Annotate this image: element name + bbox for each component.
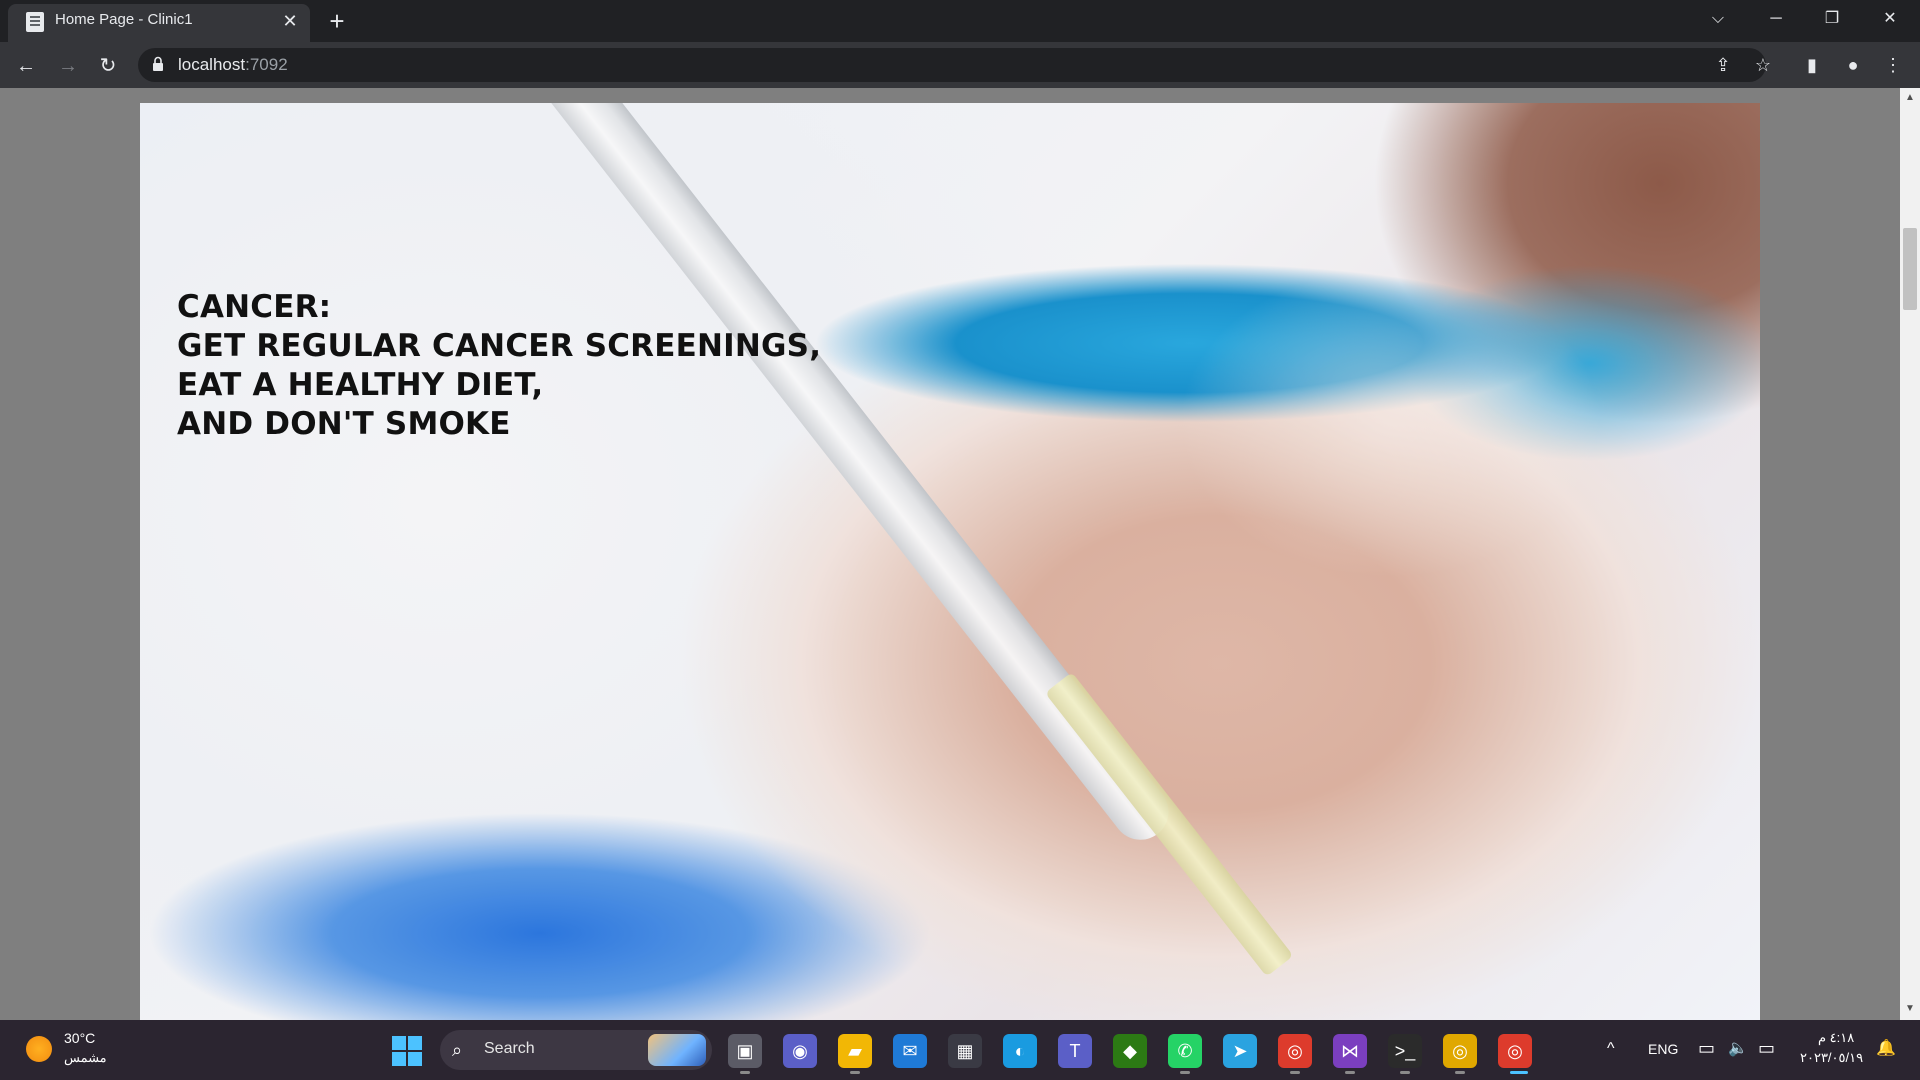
- running-indicator: [1345, 1071, 1355, 1074]
- hero-headline: CANCER: GET REGULAR CANCER SCREENINGS, E…: [177, 288, 821, 444]
- hero-image: [140, 103, 1760, 1020]
- windows-logo-tile: [408, 1036, 422, 1050]
- running-indicator: [1455, 1071, 1465, 1074]
- chrome-canary-icon[interactable]: ◎: [1443, 1034, 1477, 1068]
- start-button[interactable]: [392, 1036, 422, 1066]
- windows-logo-tile: [392, 1052, 406, 1066]
- search-label: Search: [484, 1040, 535, 1057]
- teams-icon[interactable]: T: [1058, 1034, 1092, 1068]
- url-host: localhost: [178, 55, 246, 74]
- notification-bell-icon[interactable]: 🔔: [1876, 1038, 1896, 1058]
- new-tab-button[interactable]: +: [322, 6, 352, 36]
- running-indicator: [1510, 1071, 1528, 1074]
- chrome-active-icon[interactable]: ◎: [1498, 1034, 1532, 1068]
- display-icon[interactable]: ▭: [1698, 1038, 1715, 1059]
- pipette-tip-shape: [1045, 672, 1294, 977]
- windows-logo-tile: [408, 1052, 422, 1066]
- running-indicator: [1180, 1071, 1190, 1074]
- running-indicator: [740, 1071, 750, 1074]
- terminal-glyph: >_: [1394, 1041, 1416, 1061]
- weather-temperature[interactable]: 30°C: [64, 1030, 95, 1046]
- mail-glyph: ✉: [902, 1041, 918, 1061]
- bookmark-star-icon[interactable]: ☆: [1748, 50, 1778, 80]
- nvidia-glyph: ◆: [1123, 1041, 1137, 1061]
- chrome-glyph: ◎: [1287, 1041, 1303, 1061]
- edge-icon[interactable]: ◐: [1003, 1034, 1037, 1068]
- task-view-icon[interactable]: ▣: [728, 1034, 762, 1068]
- chrome-icon[interactable]: ◎: [1278, 1034, 1312, 1068]
- whatsapp-icon[interactable]: ✆: [1168, 1034, 1202, 1068]
- telegram-glyph: ➤: [1232, 1041, 1248, 1061]
- store-icon[interactable]: ▦: [948, 1034, 982, 1068]
- clock-time[interactable]: ٤:١٨ م: [1818, 1030, 1854, 1046]
- url-text: localhost:7092: [178, 55, 288, 75]
- headline-line: CANCER:: [177, 289, 332, 325]
- reload-icon[interactable]: ↻: [92, 50, 124, 82]
- side-panel-icon[interactable]: ▮: [1797, 50, 1827, 80]
- share-icon[interactable]: ⇪: [1708, 50, 1738, 80]
- page-icon: [26, 12, 44, 32]
- running-indicator: [850, 1071, 860, 1074]
- scroll-down-icon[interactable]: ▼: [1904, 1003, 1916, 1015]
- restore-icon[interactable]: ❐: [1810, 4, 1854, 34]
- weather-condition[interactable]: مشمس: [64, 1050, 107, 1066]
- nvidia-icon[interactable]: ◆: [1113, 1034, 1147, 1068]
- edge-glyph: ◐: [1014, 1041, 1026, 1061]
- sun-icon[interactable]: [26, 1036, 52, 1062]
- url-port: :7092: [245, 55, 288, 74]
- back-icon[interactable]: ←: [10, 50, 42, 82]
- search-icon: ⌕: [452, 1040, 463, 1060]
- battery-icon[interactable]: ▭: [1758, 1038, 1775, 1059]
- profile-icon[interactable]: ●: [1838, 50, 1868, 80]
- scroll-up-icon[interactable]: ▲: [1904, 92, 1916, 104]
- meet-icon[interactable]: ◉: [783, 1034, 817, 1068]
- lock-icon[interactable]: [152, 56, 164, 72]
- volume-icon[interactable]: 🔈: [1728, 1038, 1748, 1058]
- tab-title: Home Page - Clinic1: [55, 11, 193, 28]
- file-explorer-glyph: ▰: [848, 1041, 862, 1061]
- task-view-glyph: ▣: [736, 1041, 754, 1061]
- running-indicator: [1290, 1071, 1300, 1074]
- show-hidden-icons-chevron[interactable]: ^: [1607, 1040, 1615, 1058]
- windows-logo-tile: [392, 1036, 406, 1050]
- scroll-thumb[interactable]: [1903, 228, 1917, 310]
- visual-studio-glyph: ⋈: [1341, 1041, 1359, 1061]
- store-glyph: ▦: [956, 1041, 974, 1061]
- tab-search-icon[interactable]: ⌵: [1696, 4, 1740, 34]
- clock-date[interactable]: ٢٠٢٣/٠٥/١٩: [1800, 1050, 1863, 1066]
- headline-line: GET REGULAR CANCER SCREENINGS,: [177, 328, 822, 364]
- mail-icon[interactable]: ✉: [893, 1034, 927, 1068]
- chrome-active-glyph: ◎: [1507, 1041, 1523, 1061]
- teams-glyph: T: [1069, 1041, 1081, 1061]
- file-explorer-icon[interactable]: ▰: [838, 1034, 872, 1068]
- visual-studio-icon[interactable]: ⋈: [1333, 1034, 1367, 1068]
- close-tab-icon[interactable]: ✕: [279, 10, 301, 32]
- terminal-icon[interactable]: >_: [1388, 1034, 1422, 1068]
- forward-icon[interactable]: →: [52, 50, 84, 82]
- page-viewport: [0, 88, 1920, 1020]
- search-highlight-image: [648, 1034, 706, 1066]
- close-window-icon[interactable]: ✕: [1868, 4, 1912, 34]
- chrome-canary-glyph: ◎: [1452, 1041, 1468, 1061]
- whatsapp-glyph: ✆: [1177, 1041, 1193, 1061]
- headline-line: AND DON'T SMOKE: [177, 406, 511, 442]
- telegram-icon[interactable]: ➤: [1223, 1034, 1257, 1068]
- minimize-icon[interactable]: ─: [1754, 4, 1798, 34]
- running-indicator: [1400, 1071, 1410, 1074]
- address-bar[interactable]: [138, 48, 1766, 82]
- meet-glyph: ◉: [792, 1041, 808, 1061]
- language-indicator[interactable]: ENG: [1648, 1041, 1678, 1057]
- browser-menu-icon[interactable]: ⋮: [1878, 50, 1908, 80]
- headline-line: EAT A HEALTHY DIET,: [177, 367, 544, 403]
